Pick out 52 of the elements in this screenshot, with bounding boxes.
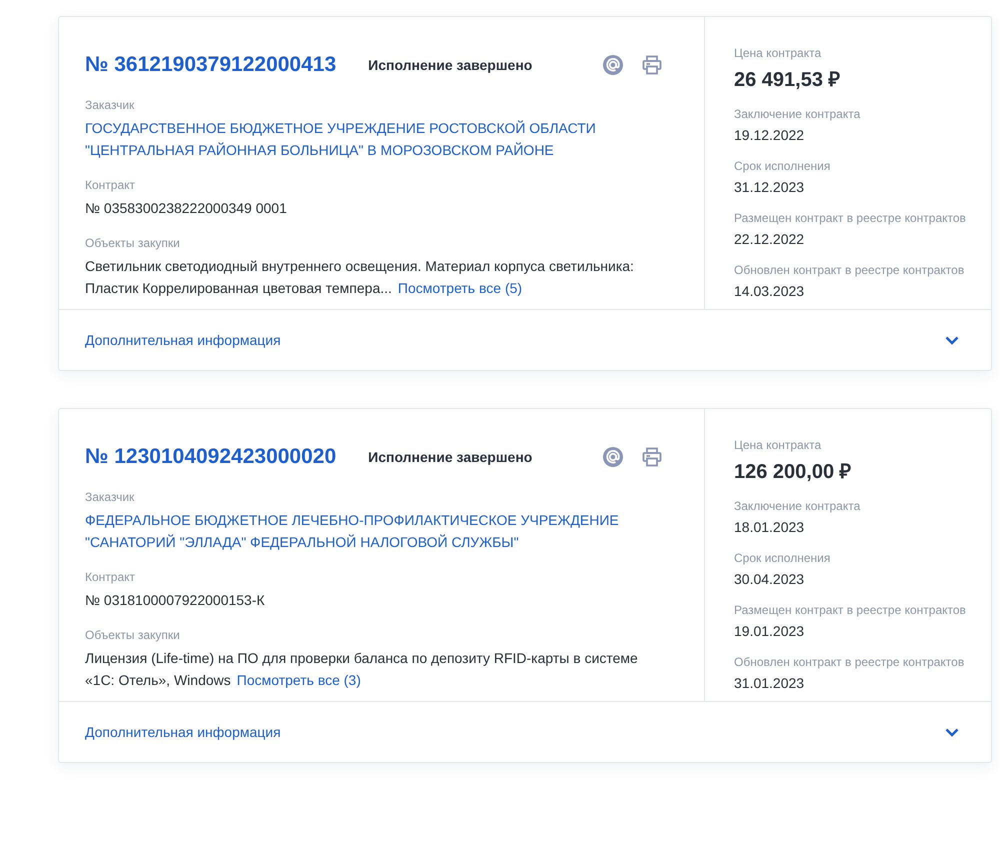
purchase-objects-label: Объекты закупки — [85, 235, 181, 251]
chevron-icon — [945, 336, 959, 344]
additional-info-link[interactable]: Дополнительная информация — [85, 724, 281, 740]
fact-value: 19.01.2023 — [734, 622, 806, 640]
view-all-link[interactable]: Посмотреть все (3) — [236, 672, 361, 688]
contract-label: Контракт — [85, 569, 136, 585]
fact-value: 22.12.2022 — [734, 230, 806, 248]
contract-status: Исполнение завершено — [368, 449, 532, 465]
print-icon — [642, 55, 662, 75]
customer-label: Заказчик — [85, 489, 136, 505]
print-button[interactable] — [642, 447, 662, 467]
fact-label: Заключение контракта — [734, 106, 862, 123]
fact-label: Обновлен контракт в реестре контрактов — [734, 654, 966, 671]
additional-info-link[interactable]: Дополнительная информация — [85, 332, 281, 348]
expand-button[interactable] — [945, 336, 959, 344]
fact-label: Обновлен контракт в реестре контрактов — [734, 262, 966, 279]
contract-status: Исполнение завершено — [368, 57, 532, 73]
contract-value: № 0318100007922000153-К — [85, 591, 266, 610]
fact-label: Размещен контракт в реестре контрактов — [734, 210, 967, 227]
email-button[interactable] — [602, 54, 624, 76]
customer-link[interactable]: ГОСУДАРСТВЕННОЕ БЮДЖЕТНОЕ УЧРЕЖДЕНИЕ РОСТОВСКОЙ ОБЛАСТИ "ЦЕНТРАЛЬНАЯ РАЙОННАЯ БОЛЬНИЦА" В МОРОЗОВСКОМ РАЙОНЕ — [85, 117, 664, 161]
chevron-icon — [945, 728, 959, 736]
contract-value: № 0358300238222000349 0001 — [85, 199, 288, 218]
customer-link[interactable]: ФЕДЕРАЛЬНОЕ БЮДЖЕТНОЕ ЛЕЧЕБНО-ПРОФИЛАКТИЧЕСКОЕ УЧРЕЖДЕНИЕ "САНАТОРИЙ "ЭЛЛАДА" ФЕДЕРАЛЬНОЙ НАЛОГОВОЙ СЛУЖБЫ" — [85, 509, 664, 553]
price-label: Цена контракта — [734, 45, 822, 62]
expand-button[interactable] — [945, 728, 959, 736]
email-icon — [602, 446, 624, 468]
purchase-objects-text: Светильник светодиодный внутреннего освещения. Материал корпуса светильника: Пластик Коррелированная цветовая темпера... Посмотреть все (5) — [85, 257, 635, 298]
price-label: Цена контракта — [734, 437, 822, 454]
email-button[interactable] — [602, 446, 624, 468]
fact-label: Заключение контракта — [734, 498, 862, 515]
purchase-objects-label: Объекты закупки — [85, 627, 181, 643]
fact-label: Размещен контракт в реестре контрактов — [734, 602, 967, 619]
fact-value: 31.01.2023 — [734, 674, 806, 692]
contract-number-link[interactable]: № 3612190379122000413 — [85, 53, 336, 77]
fact-value: 19.12.2022 — [734, 126, 806, 144]
contract-price: 26 491,53 ₽ — [734, 68, 842, 92]
print-button[interactable] — [642, 55, 662, 75]
contract-label: Контракт — [85, 177, 136, 193]
contract-price: 126 200,00 ₽ — [734, 460, 853, 484]
contract-number-link[interactable]: № 1230104092423000020 — [85, 445, 336, 469]
fact-label: Срок исполнения — [734, 158, 832, 175]
customer-label: Заказчик — [85, 97, 136, 113]
fact-value: 30.04.2023 — [734, 570, 806, 588]
purchase-objects-text: Лицензия (Life-time) на ПО для проверки баланса по депозиту RFID-карты в системе «1С: Отель», Windows Посмотреть все (3) — [85, 649, 639, 690]
fact-value: 14.03.2023 — [734, 282, 806, 300]
fact-value: 31.12.2023 — [734, 178, 806, 196]
fact-value: 18.01.2023 — [734, 518, 806, 536]
fact-label: Срок исполнения — [734, 550, 832, 567]
print-icon — [642, 447, 662, 467]
email-icon — [602, 54, 624, 76]
view-all-link[interactable]: Посмотреть все (5) — [398, 280, 522, 296]
